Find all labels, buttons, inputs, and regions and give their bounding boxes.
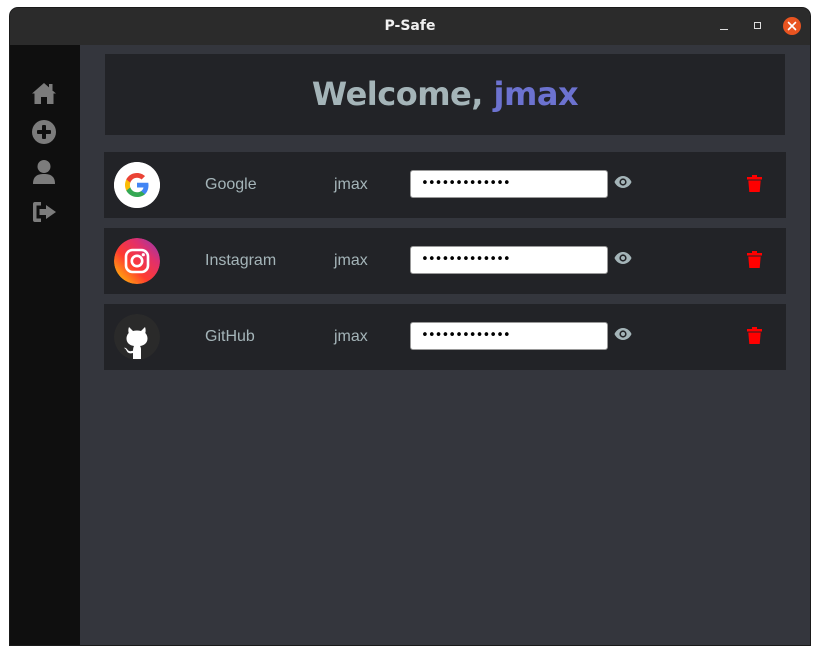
trash-icon[interactable] — [747, 175, 762, 192]
welcome-username: jmax — [493, 75, 579, 113]
service-name: Instagram — [205, 252, 277, 269]
google-logo-icon — [114, 162, 160, 208]
account-username: jmax — [334, 176, 368, 193]
welcome-banner: Welcome, jmax — [105, 54, 785, 135]
account-row-github: GitHub jmax ••••••••••••• — [104, 304, 786, 370]
password-field[interactable]: ••••••••••••• — [410, 322, 608, 350]
close-icon — [787, 21, 797, 31]
service-name: Google — [205, 176, 257, 193]
account-username: jmax — [334, 252, 368, 269]
window-title: P-Safe — [384, 18, 436, 34]
home-icon[interactable] — [30, 79, 58, 107]
minimize-button[interactable] — [716, 17, 734, 35]
eye-icon[interactable] — [614, 175, 632, 189]
service-name: GitHub — [205, 328, 255, 345]
account-username: jmax — [334, 328, 368, 345]
plus-circle-icon[interactable] — [30, 118, 58, 146]
trash-icon[interactable] — [747, 251, 762, 268]
maximize-button[interactable] — [749, 17, 767, 35]
password-field[interactable]: ••••••••••••• — [410, 246, 608, 274]
eye-icon[interactable] — [614, 251, 632, 265]
eye-icon[interactable] — [614, 327, 632, 341]
close-button[interactable] — [783, 17, 801, 35]
account-row-instagram: Instagram jmax ••••••••••••• — [104, 228, 786, 294]
app-window: P-Safe Welcome, jmax Google jmax •••••••… — [10, 8, 810, 645]
github-logo-icon — [114, 314, 160, 360]
user-icon[interactable] — [30, 158, 58, 186]
trash-icon[interactable] — [747, 327, 762, 344]
instagram-logo-icon — [114, 238, 160, 284]
sign-out-icon[interactable] — [30, 198, 58, 226]
sidebar — [10, 45, 80, 645]
account-row-google: Google jmax ••••••••••••• — [104, 152, 786, 218]
welcome-prefix: Welcome, — [311, 75, 494, 113]
title-bar[interactable]: P-Safe — [10, 8, 810, 45]
password-field[interactable]: ••••••••••••• — [410, 170, 608, 198]
